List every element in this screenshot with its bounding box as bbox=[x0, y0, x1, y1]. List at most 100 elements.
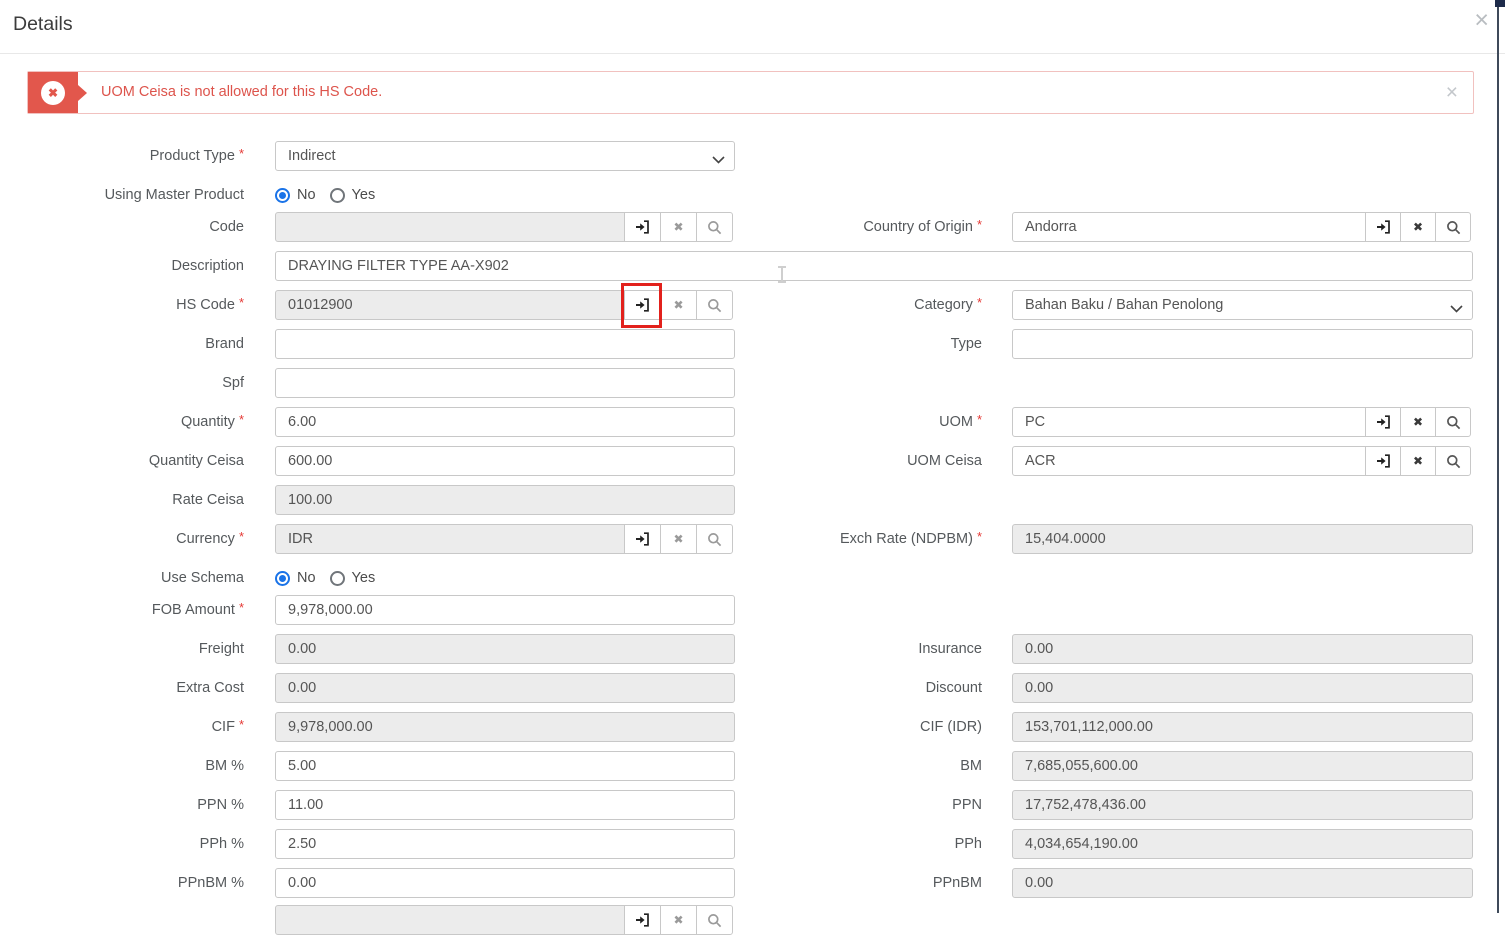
ppn-label-text: PPN bbox=[952, 797, 982, 813]
clear-x-icon: ✖ bbox=[1413, 454, 1423, 468]
bottom_partial-goto-button[interactable] bbox=[624, 905, 661, 935]
type-label: Type bbox=[745, 329, 982, 359]
fob_amount-control bbox=[275, 595, 735, 625]
uom_ceisa-search-button[interactable] bbox=[1435, 446, 1471, 476]
product_type-control: Indirect bbox=[275, 141, 735, 171]
cif_idr-control bbox=[1012, 712, 1473, 742]
chevron-down-icon bbox=[712, 152, 725, 168]
description-input[interactable] bbox=[275, 251, 1473, 281]
search-icon bbox=[1446, 454, 1461, 469]
country_of_origin-lookup: ✖ bbox=[1012, 212, 1471, 242]
field-row-uom-ceisa: UOM Ceisa ✖ bbox=[0, 446, 1505, 476]
ppnbm-control bbox=[1012, 868, 1473, 898]
required-asterisk: * bbox=[977, 529, 982, 544]
category-control: Bahan Baku / Bahan Penolong bbox=[1012, 290, 1473, 320]
search-icon bbox=[1446, 415, 1461, 430]
rate_ceisa-label-text: Rate Ceisa bbox=[172, 492, 244, 508]
field-row-country-of-origin: Country of Origin*✖ bbox=[0, 212, 1505, 242]
field-row-discount: Discount bbox=[0, 673, 1505, 703]
use_schema-radio-label-no: No bbox=[297, 570, 316, 586]
country_of_origin-input[interactable] bbox=[1012, 212, 1366, 242]
use_schema-radio-group: No Yes bbox=[275, 563, 389, 593]
alert-close-icon[interactable]: × bbox=[1446, 72, 1458, 113]
search-icon bbox=[707, 913, 722, 928]
window-edge-corner bbox=[1495, 0, 1505, 7]
exch_rate_ndpbm-control bbox=[1012, 524, 1473, 554]
spf-input[interactable] bbox=[275, 368, 735, 398]
uom-goto-button[interactable] bbox=[1365, 407, 1401, 437]
use_schema-radio-yes[interactable] bbox=[330, 571, 345, 586]
uom-clear-button[interactable]: ✖ bbox=[1400, 407, 1436, 437]
field-row-ppn: PPN bbox=[0, 790, 1505, 820]
close-icon[interactable]: × bbox=[1474, 8, 1489, 33]
use_schema-radio-no[interactable] bbox=[275, 571, 290, 586]
field-row-product-type: Product Type*Indirect bbox=[0, 141, 1505, 171]
field-row-exch-rate-ndpbm: Exch Rate (NDPBM)* bbox=[0, 524, 1505, 554]
uom_ceisa-goto-button[interactable] bbox=[1365, 446, 1401, 476]
sign-in-arrow-icon bbox=[1376, 415, 1391, 429]
category-select[interactable]: Bahan Baku / Bahan Penolong bbox=[1012, 290, 1473, 320]
ppn-input bbox=[1012, 790, 1473, 820]
field-row-description: Description bbox=[0, 251, 1505, 281]
type-control bbox=[1012, 329, 1473, 359]
required-asterisk: * bbox=[239, 600, 244, 615]
uom-search-button[interactable] bbox=[1435, 407, 1471, 437]
field-row-using-master-product: Using Master ProductNoYes bbox=[0, 180, 1505, 210]
product_type-select[interactable]: Indirect bbox=[275, 141, 735, 171]
country_of_origin-search-button[interactable] bbox=[1435, 212, 1471, 242]
uom-input[interactable] bbox=[1012, 407, 1366, 437]
discount-control bbox=[1012, 673, 1473, 703]
uom-label-text: UOM bbox=[939, 414, 973, 430]
use_schema-label-text: Use Schema bbox=[161, 570, 244, 586]
field-row-fob-amount: FOB Amount* bbox=[0, 595, 1505, 625]
using_master_product-radio-no[interactable] bbox=[275, 188, 290, 203]
error-alert: ✖ UOM Ceisa is not allowed for this HS C… bbox=[27, 71, 1474, 114]
clear-x-icon: ✖ bbox=[1413, 415, 1423, 429]
using_master_product-radio-yes[interactable] bbox=[330, 188, 345, 203]
uom_ceisa-input[interactable] bbox=[1012, 446, 1366, 476]
fob_amount-input[interactable] bbox=[275, 595, 735, 625]
field-row-rate-ceisa: Rate Ceisa bbox=[0, 485, 1505, 515]
window-edge-line bbox=[1497, 0, 1499, 913]
use_schema-radio-label-yes: Yes bbox=[352, 570, 376, 586]
uom_ceisa-clear-button[interactable]: ✖ bbox=[1400, 446, 1436, 476]
bm-label-text: BM bbox=[960, 758, 982, 774]
country_of_origin-control: ✖ bbox=[1012, 212, 1471, 242]
ppnbm-label-text: PPnBM bbox=[933, 875, 982, 891]
spf-control bbox=[275, 368, 735, 398]
uom_ceisa-control: ✖ bbox=[1012, 446, 1471, 476]
ppn-control bbox=[1012, 790, 1473, 820]
product_type-label-text: Product Type bbox=[150, 148, 235, 164]
discount-label: Discount bbox=[745, 673, 982, 703]
field-row-pph: PPh bbox=[0, 829, 1505, 859]
type-label-text: Type bbox=[951, 336, 982, 352]
uom_ceisa-label-text: UOM Ceisa bbox=[907, 453, 982, 469]
search-icon bbox=[1446, 220, 1461, 235]
uom-label: UOM* bbox=[745, 407, 982, 437]
country_of_origin-clear-button[interactable]: ✖ bbox=[1400, 212, 1436, 242]
required-asterisk: * bbox=[977, 217, 982, 232]
cif_idr-label-text: CIF (IDR) bbox=[920, 719, 982, 735]
category-selected-value: Bahan Baku / Bahan Penolong bbox=[1025, 297, 1223, 313]
using_master_product-radio-label-no: No bbox=[297, 187, 316, 203]
bm-label: BM bbox=[745, 751, 982, 781]
ppnbm-label: PPnBM bbox=[745, 868, 982, 898]
bm-input bbox=[1012, 751, 1473, 781]
description-control bbox=[275, 251, 1473, 281]
using_master_product-radio-label-yes: Yes bbox=[352, 187, 376, 203]
bm-control bbox=[1012, 751, 1473, 781]
bottom_partial-search-button[interactable] bbox=[696, 905, 733, 935]
ppnbm-input bbox=[1012, 868, 1473, 898]
exch_rate_ndpbm-label: Exch Rate (NDPBM)* bbox=[745, 524, 982, 554]
required-asterisk: * bbox=[977, 295, 982, 310]
field-row-type: Type bbox=[0, 329, 1505, 359]
bottom_partial-clear-button[interactable]: ✖ bbox=[660, 905, 697, 935]
type-input[interactable] bbox=[1012, 329, 1473, 359]
use_schema-label: Use Schema bbox=[0, 563, 244, 593]
use_schema-control: No Yes bbox=[275, 563, 389, 593]
rate_ceisa-input bbox=[275, 485, 735, 515]
text-cursor-ibeam bbox=[781, 266, 783, 283]
cif_idr-input bbox=[1012, 712, 1473, 742]
error-circle-x-icon: ✖ bbox=[41, 81, 65, 105]
country_of_origin-goto-button[interactable] bbox=[1365, 212, 1401, 242]
